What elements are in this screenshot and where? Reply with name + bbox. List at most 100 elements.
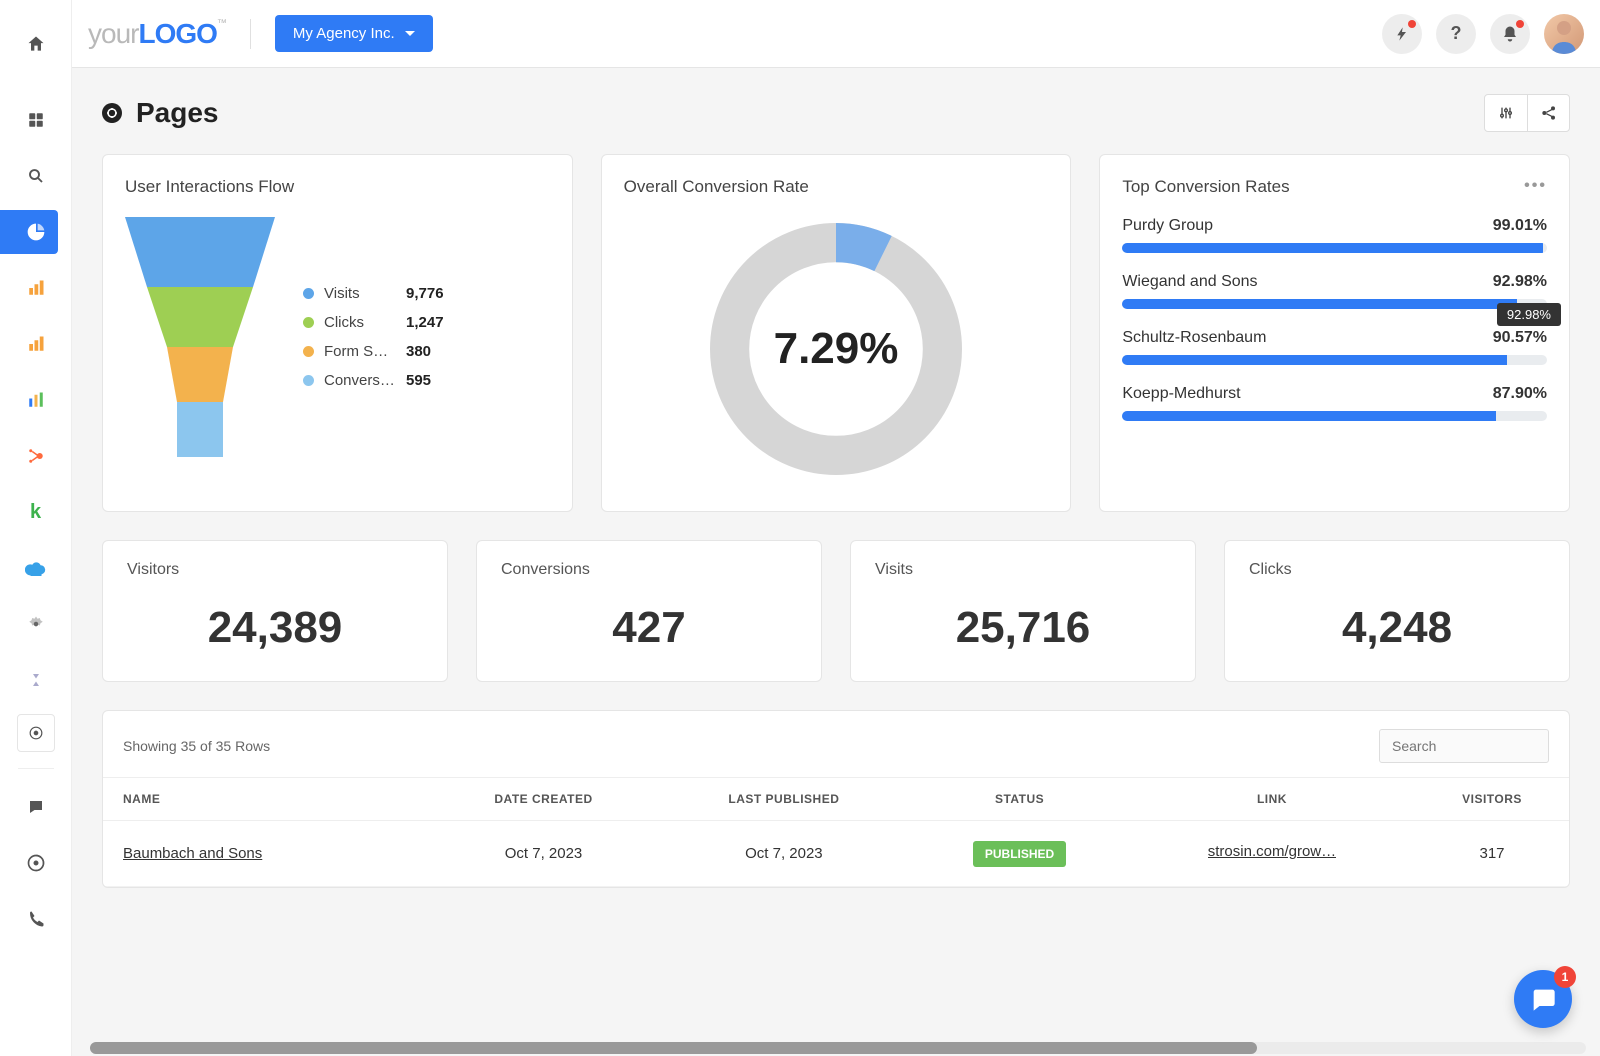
funnel-chart [125, 217, 275, 457]
target-icon [29, 726, 43, 740]
sidebar-phone[interactable] [14, 897, 58, 941]
settings-action[interactable] [1485, 95, 1527, 131]
page-header: Pages [102, 68, 1570, 154]
sidebar-search[interactable] [14, 154, 58, 198]
pages-table: NAME DATE CREATED LAST PUBLISHED STATUS … [103, 777, 1569, 887]
sidebar-goal[interactable] [14, 841, 58, 885]
caret-down-icon [405, 31, 415, 36]
gear-icon [27, 615, 45, 633]
conversion-value: 7.29% [774, 324, 899, 374]
sidebar-hubspot[interactable] [14, 434, 58, 478]
col-published[interactable]: LAST PUBLISHED [658, 778, 911, 821]
chat-fab[interactable]: 1 [1514, 970, 1572, 1028]
logo-text-logo: LOGO [138, 18, 216, 49]
page-icon [102, 103, 122, 123]
col-status[interactable]: STATUS [910, 778, 1129, 821]
topbar: yourLOGO™ My Agency Inc. ? [0, 0, 1600, 68]
funnel-legend-row: Clicks 1,247 [303, 308, 550, 337]
sidebar-apps[interactable] [14, 98, 58, 142]
cell-date: Oct 7, 2023 [429, 821, 657, 887]
legend-dot [303, 346, 314, 357]
sidebar-compare[interactable] [14, 378, 58, 422]
funnel-legend-row: Visits 9,776 [303, 279, 550, 308]
col-name[interactable]: NAME [103, 778, 429, 821]
funnel-legend: Visits 9,776 Clicks 1,247 Form S… 380 Co… [303, 279, 550, 395]
status-badge: PUBLISHED [973, 841, 1066, 867]
sidebar-target[interactable] [17, 714, 55, 752]
legend-dot [303, 288, 314, 299]
stat-label: Visits [875, 561, 1171, 579]
bar-chart-icon [27, 279, 45, 297]
funnel-card: User Interactions Flow Visits 9,776 Clic… [102, 154, 573, 512]
user-avatar[interactable] [1544, 14, 1584, 54]
horizontal-scrollbar[interactable] [90, 1042, 1586, 1054]
question-icon: ? [1451, 23, 1462, 44]
help-button[interactable]: ? [1436, 14, 1476, 54]
rows-count: Showing 35 of 35 Rows [123, 738, 270, 754]
cell-link[interactable]: strosin.com/grow… [1129, 821, 1415, 887]
funnel-legend-row: Form S… 380 [303, 337, 550, 366]
sidebar-analytics[interactable] [0, 210, 58, 254]
agency-dropdown[interactable]: My Agency Inc. [275, 15, 433, 52]
sidebar-bars2[interactable] [14, 322, 58, 366]
cell-name[interactable]: Baumbach and Sons [103, 821, 429, 887]
rate-pct: 90.57% [1493, 329, 1547, 347]
rate-tooltip: 92.98% [1497, 303, 1561, 326]
home-icon [26, 34, 46, 54]
stat-value: 24,389 [127, 603, 423, 653]
legend-label: Form S… [324, 343, 396, 360]
rate-pct: 87.90% [1493, 385, 1547, 403]
rate-row: Wiegand and Sons 92.98% 92.98% [1122, 273, 1547, 309]
more-button[interactable]: ••• [1524, 177, 1547, 195]
logo-text-your: your [88, 18, 138, 49]
cloud-icon [25, 560, 47, 576]
col-link[interactable]: LINK [1129, 778, 1415, 821]
pie-chart-icon [26, 222, 46, 242]
rates-card: ••• Top Conversion Rates Purdy Group 99.… [1099, 154, 1570, 512]
grid-icon [27, 111, 45, 129]
col-date[interactable]: DATE CREATED [429, 778, 657, 821]
rate-row: Purdy Group 99.01% [1122, 217, 1547, 253]
search-input[interactable] [1379, 729, 1549, 763]
funnel-legend-row: Convers… 595 [303, 366, 550, 395]
notifications-lightning[interactable] [1382, 14, 1422, 54]
rate-bar [1122, 299, 1547, 309]
sidebar-divider [18, 768, 54, 769]
card-title: Overall Conversion Rate [624, 177, 1049, 197]
stats-row: Visitors 24,389Conversions 427Visits 25,… [102, 540, 1570, 682]
stat-label: Visitors [127, 561, 423, 579]
divider [250, 19, 251, 49]
legend-value: 1,247 [406, 314, 444, 331]
logo[interactable]: yourLOGO™ [88, 18, 226, 50]
rate-row: Koepp-Medhurst 87.90% [1122, 385, 1547, 421]
sidebar-chat[interactable] [14, 785, 58, 829]
rate-bar [1122, 243, 1547, 253]
hubspot-icon [27, 447, 45, 465]
notification-dot [1516, 20, 1524, 28]
col-visitors[interactable]: VISITORS [1415, 778, 1569, 821]
sliders-icon [1498, 105, 1514, 121]
stat-value: 427 [501, 603, 797, 653]
stat-label: Conversions [501, 561, 797, 579]
card-title: User Interactions Flow [125, 177, 550, 197]
alerts-button[interactable] [1490, 14, 1530, 54]
rate-name: Wiegand and Sons [1122, 273, 1257, 291]
sidebar-salesforce[interactable] [14, 546, 58, 590]
table-row[interactable]: Baumbach and Sons Oct 7, 2023 Oct 7, 202… [103, 821, 1569, 887]
sidebar-home[interactable] [14, 22, 58, 66]
sidebar-integration2[interactable] [14, 658, 58, 702]
app-icon [27, 671, 45, 689]
stat-value: 4,248 [1249, 603, 1545, 653]
scrollbar-thumb[interactable] [90, 1042, 1257, 1054]
sidebar-bars1[interactable] [14, 266, 58, 310]
lightning-icon [1394, 26, 1410, 42]
chat-badge: 1 [1554, 966, 1576, 988]
share-action[interactable] [1527, 95, 1569, 131]
avatar-icon [1544, 14, 1584, 54]
chat-icon [27, 798, 45, 816]
intercom-icon [1529, 985, 1557, 1013]
sidebar-k[interactable]: k [14, 490, 58, 534]
cell-status: PUBLISHED [910, 821, 1129, 887]
phone-icon [27, 910, 45, 928]
sidebar-integration1[interactable] [14, 602, 58, 646]
